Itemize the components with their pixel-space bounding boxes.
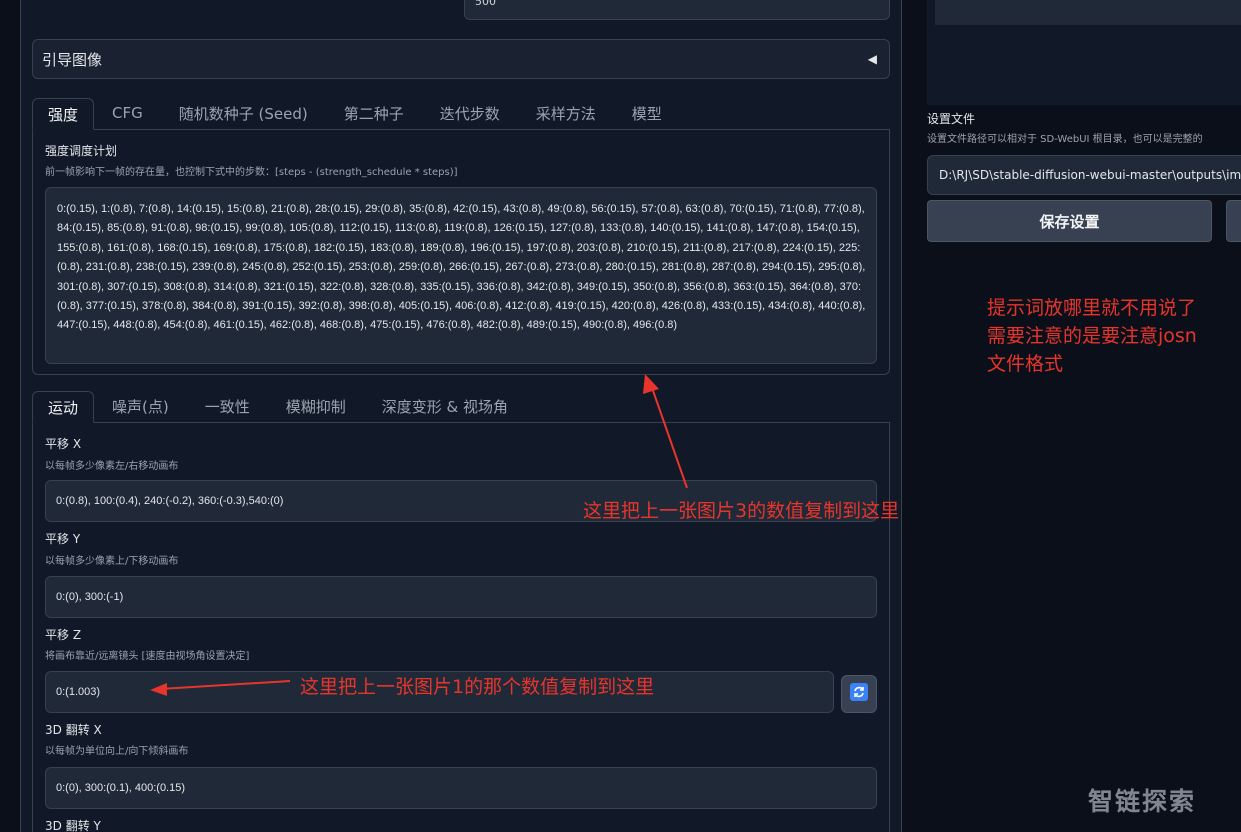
annotation-arrows: [150, 374, 688, 696]
arrow-to-strength-schedule: [643, 374, 688, 489]
watermark: 智链探索: [1088, 787, 1197, 816]
arrow-to-translation-z: [150, 680, 291, 696]
